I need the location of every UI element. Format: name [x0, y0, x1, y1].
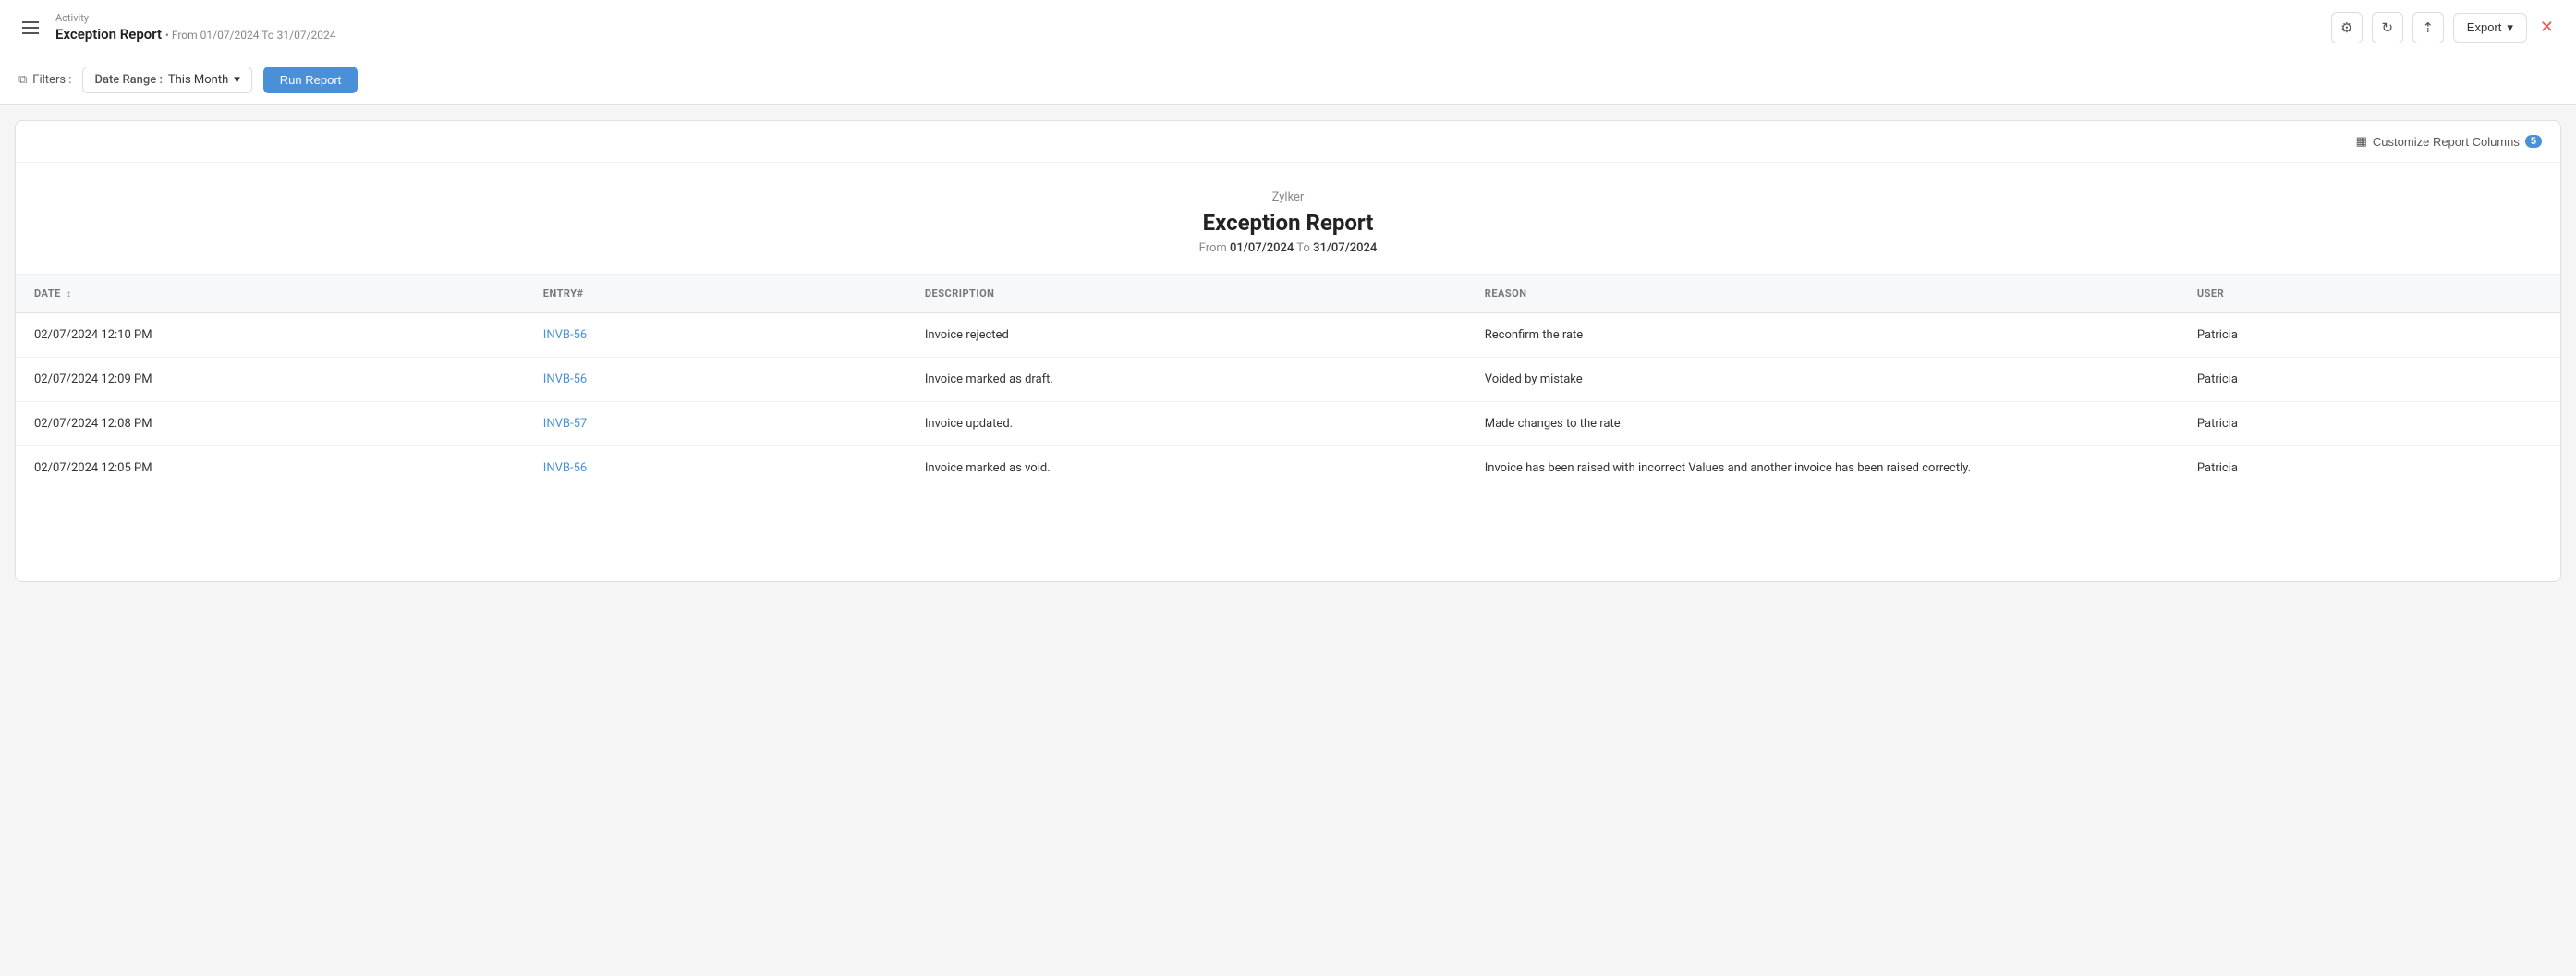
table-row: 02/07/2024 12:08 PM INVB-57 Invoice update… [16, 402, 2560, 446]
cell-date: 02/07/2024 12:08 PM [16, 402, 525, 446]
report-header: Zylker Exception Report From 01/07/2024 … [16, 163, 2560, 274]
app-header: Activity Exception Report • From 01/07/2… [0, 0, 2576, 55]
refresh-button[interactable]: ↻ [2372, 12, 2403, 43]
cell-entry: INVB-56 [525, 446, 906, 491]
filter-icon: ⧉ [18, 73, 27, 87]
filter-bar: ⧉ Filters : Date Range : This Month ▾ Ru… [0, 55, 2576, 105]
cell-description: Invoice marked as draft. [906, 358, 1466, 402]
page-title: Exception Report • From 01/07/2024 To 31… [55, 26, 335, 43]
entry-link[interactable]: INVB-56 [543, 328, 587, 342]
run-report-button[interactable]: Run Report [263, 67, 358, 93]
settings-button[interactable]: ⚙ [2331, 12, 2363, 43]
cell-reason: Voided by mistake [1466, 358, 2179, 402]
date-to: 31/07/2024 [1313, 241, 1377, 255]
chevron-down-icon: ▾ [234, 73, 240, 87]
customize-bar: ▦ Customize Report Columns 5 [16, 121, 2560, 163]
cell-date: 02/07/2024 12:05 PM [16, 446, 525, 491]
customize-columns-label: Customize Report Columns [2373, 135, 2520, 149]
col-description: DESCRIPTION [906, 274, 1466, 313]
activity-label: Activity [55, 12, 335, 24]
table-row: 02/07/2024 12:05 PM INVB-56 Invoice marked… [16, 446, 2560, 491]
header-title-group: Activity Exception Report • From 01/07/2… [55, 12, 335, 43]
cell-description: Invoice rejected [906, 313, 1466, 358]
cell-entry: INVB-57 [525, 402, 906, 446]
cell-entry: INVB-56 [525, 313, 906, 358]
cell-user: Patricia [2179, 313, 2560, 358]
export-label: Export [2467, 20, 2502, 34]
table-body: 02/07/2024 12:10 PM INVB-56 Invoice reject… [16, 313, 2560, 491]
cell-entry: INVB-56 [525, 358, 906, 402]
col-date-label: DATE [34, 287, 61, 299]
cell-reason: Invoice has been raised with incorrect V… [1466, 446, 2179, 491]
table-row: 02/07/2024 12:10 PM INVB-56 Invoice reject… [16, 313, 2560, 358]
date-range-value: This Month [168, 73, 228, 87]
cell-date: 02/07/2024 12:10 PM [16, 313, 525, 358]
table-row: 02/07/2024 12:09 PM INVB-56 Invoice marked… [16, 358, 2560, 402]
org-name: Zylker [34, 190, 2542, 204]
report-date-range: From 01/07/2024 To 31/07/2024 [34, 241, 2542, 255]
settings-icon: ⚙ [2340, 19, 2352, 36]
header-left: Activity Exception Report • From 01/07/2… [18, 12, 335, 43]
header-right: ⚙ ↻ ⇡ Export ▾ ✕ [2331, 12, 2558, 43]
col-date: DATE ↕ [16, 274, 525, 313]
report-title-text: Exception Report [55, 26, 162, 43]
cell-description: Invoice marked as void. [906, 446, 1466, 491]
cell-user: Patricia [2179, 446, 2560, 491]
table-header-row: DATE ↕ ENTRY# DESCRIPTION REASON USER [16, 274, 2560, 313]
date-from: 01/07/2024 [1230, 241, 1294, 255]
entry-link[interactable]: INVB-57 [543, 417, 587, 431]
refresh-icon: ↻ [2382, 19, 2394, 36]
col-entry: ENTRY# [525, 274, 906, 313]
col-reason: REASON [1466, 274, 2179, 313]
close-button[interactable]: ✕ [2536, 14, 2558, 41]
share-icon: ⇡ [2423, 19, 2435, 36]
columns-icon: ▦ [2356, 134, 2367, 149]
cell-description: Invoice updated. [906, 402, 1466, 446]
date-range-key: Date Range : [94, 73, 162, 87]
share-button[interactable]: ⇡ [2412, 12, 2444, 43]
entry-link[interactable]: INVB-56 [543, 461, 587, 475]
report-main-title: Exception Report [34, 210, 2542, 236]
cell-reason: Reconfirm the rate [1466, 313, 2179, 358]
cell-reason: Made changes to the rate [1466, 402, 2179, 446]
exception-table: DATE ↕ ENTRY# DESCRIPTION REASON USER 02… [16, 274, 2560, 490]
close-icon: ✕ [2540, 18, 2554, 36]
cell-user: Patricia [2179, 402, 2560, 446]
main-content: ▦ Customize Report Columns 5 Zylker Exce… [15, 120, 2561, 582]
customize-columns-button[interactable]: ▦ Customize Report Columns 5 [2356, 134, 2542, 149]
date-range-dropdown[interactable]: Date Range : This Month ▾ [82, 67, 251, 93]
entry-link[interactable]: INVB-56 [543, 372, 587, 386]
table-header: DATE ↕ ENTRY# DESCRIPTION REASON USER [16, 274, 2560, 313]
filter-label: ⧉ Filters : [18, 73, 71, 87]
report-date-subtitle: • From 01/07/2024 To 31/07/2024 [165, 29, 336, 42]
sort-icon: ↕ [67, 289, 72, 299]
cell-user: Patricia [2179, 358, 2560, 402]
col-user: USER [2179, 274, 2560, 313]
cell-date: 02/07/2024 12:09 PM [16, 358, 525, 402]
export-button[interactable]: Export ▾ [2453, 13, 2527, 43]
menu-button[interactable] [18, 18, 43, 38]
columns-count: 5 [2525, 135, 2542, 148]
chevron-down-icon: ▾ [2507, 20, 2513, 35]
